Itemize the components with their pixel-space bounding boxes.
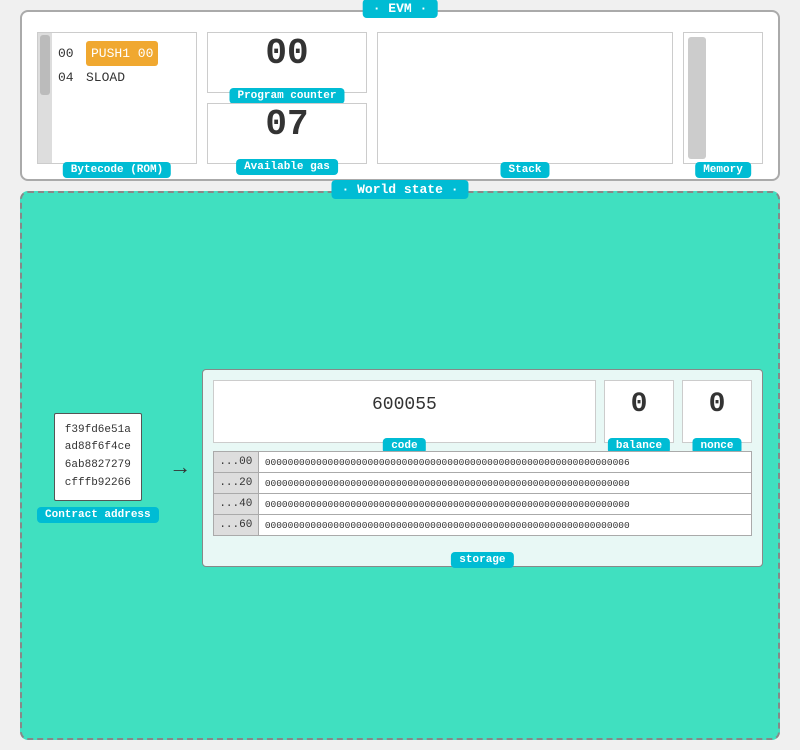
contract-addr-line-2: 6ab8827279 xyxy=(65,457,131,475)
contract-addr-line-3: cfffb92266 xyxy=(65,475,131,493)
counters-section: 00 Program counter 07 Available gas xyxy=(207,32,367,164)
code-value: 600055 xyxy=(372,395,437,415)
bytecode-row-1: 04 SLOAD xyxy=(58,66,190,89)
storage-val-2: 0000000000000000000000000000000000000000… xyxy=(259,494,751,514)
storage-label: storage xyxy=(451,552,513,568)
storage-addr-3: ...60 xyxy=(214,515,259,535)
bytecode-box: 00 PUSH1 00 04 SLOAD xyxy=(37,32,197,164)
contract-section: f39fd6e51a ad88f6f4ce 6ab8827279 cfffb92… xyxy=(37,413,159,523)
contract-address-label: Contract address xyxy=(37,507,159,523)
account-top-row: 600055 code 0 balance 0 nonce xyxy=(213,380,752,443)
nonce-box: 0 nonce xyxy=(682,380,752,443)
world-state-title: · World state · xyxy=(331,180,468,199)
gas-box: 07 Available gas xyxy=(207,103,367,164)
bytecode-addr-1: 04 xyxy=(58,66,78,89)
storage-section: ...00 0000000000000000000000000000000000… xyxy=(213,451,752,556)
program-counter-label: Program counter xyxy=(229,88,344,104)
storage-val-3: 0000000000000000000000000000000000000000… xyxy=(259,515,751,535)
contract-address-box: f39fd6e51a ad88f6f4ce 6ab8827279 cfffb92… xyxy=(54,413,142,501)
bytecode-label: Bytecode (ROM) xyxy=(63,162,171,178)
gas-label: Available gas xyxy=(236,159,338,175)
memory-box xyxy=(683,32,763,164)
bytecode-scrollbar[interactable] xyxy=(38,33,52,163)
evm-panel: · EVM · 00 PUSH1 00 04 SLOAD Bytecode (R… xyxy=(20,10,780,181)
memory-content xyxy=(710,33,762,163)
contract-addr-line-1: ad88f6f4ce xyxy=(65,439,131,457)
stack-box xyxy=(377,32,673,164)
bytecode-op-0: PUSH1 00 xyxy=(86,41,158,66)
storage-addr-2: ...40 xyxy=(214,494,259,514)
memory-label: Memory xyxy=(695,162,751,178)
bytecode-row-0: 00 PUSH1 00 xyxy=(58,41,190,66)
storage-row-1: ...20 0000000000000000000000000000000000… xyxy=(213,472,752,493)
world-state-panel: · World state · f39fd6e51a ad88f6f4ce 6a… xyxy=(20,191,780,740)
balance-box: 0 balance xyxy=(604,380,674,443)
storage-row-2: ...40 0000000000000000000000000000000000… xyxy=(213,493,752,514)
storage-addr-0: ...00 xyxy=(214,452,259,472)
nonce-value: 0 xyxy=(709,389,726,420)
bytecode-content: 00 PUSH1 00 04 SLOAD xyxy=(52,33,196,163)
program-counter-box: 00 Program counter xyxy=(207,32,367,93)
storage-row-3: ...60 0000000000000000000000000000000000… xyxy=(213,514,752,536)
memory-section: Memory xyxy=(683,32,763,164)
balance-value: 0 xyxy=(631,389,648,420)
bytecode-addr-0: 00 xyxy=(58,42,78,65)
storage-row-0: ...00 0000000000000000000000000000000000… xyxy=(213,451,752,472)
bytecode-op-1: SLOAD xyxy=(86,66,125,89)
gas-value: 07 xyxy=(265,104,308,145)
storage-val-1: 0000000000000000000000000000000000000000… xyxy=(259,473,751,493)
storage-val-0: 0000000000000000000000000000000000000000… xyxy=(259,452,751,472)
contract-addr-line-0: f39fd6e51a xyxy=(65,422,131,440)
bytecode-section: 00 PUSH1 00 04 SLOAD Bytecode (ROM) xyxy=(37,32,197,164)
program-counter-value: 00 xyxy=(265,33,308,74)
code-box: 600055 code xyxy=(213,380,596,443)
stack-label: Stack xyxy=(500,162,549,178)
stack-section: Stack xyxy=(377,32,673,164)
evm-title: · EVM · xyxy=(363,0,438,18)
bytecode-scrollbar-thumb xyxy=(40,35,50,95)
account-panel: 600055 code 0 balance 0 nonce ...00 0000… xyxy=(202,369,763,567)
storage-addr-1: ...20 xyxy=(214,473,259,493)
memory-scrollbar[interactable] xyxy=(688,37,706,159)
arrow-icon: → xyxy=(174,456,187,481)
